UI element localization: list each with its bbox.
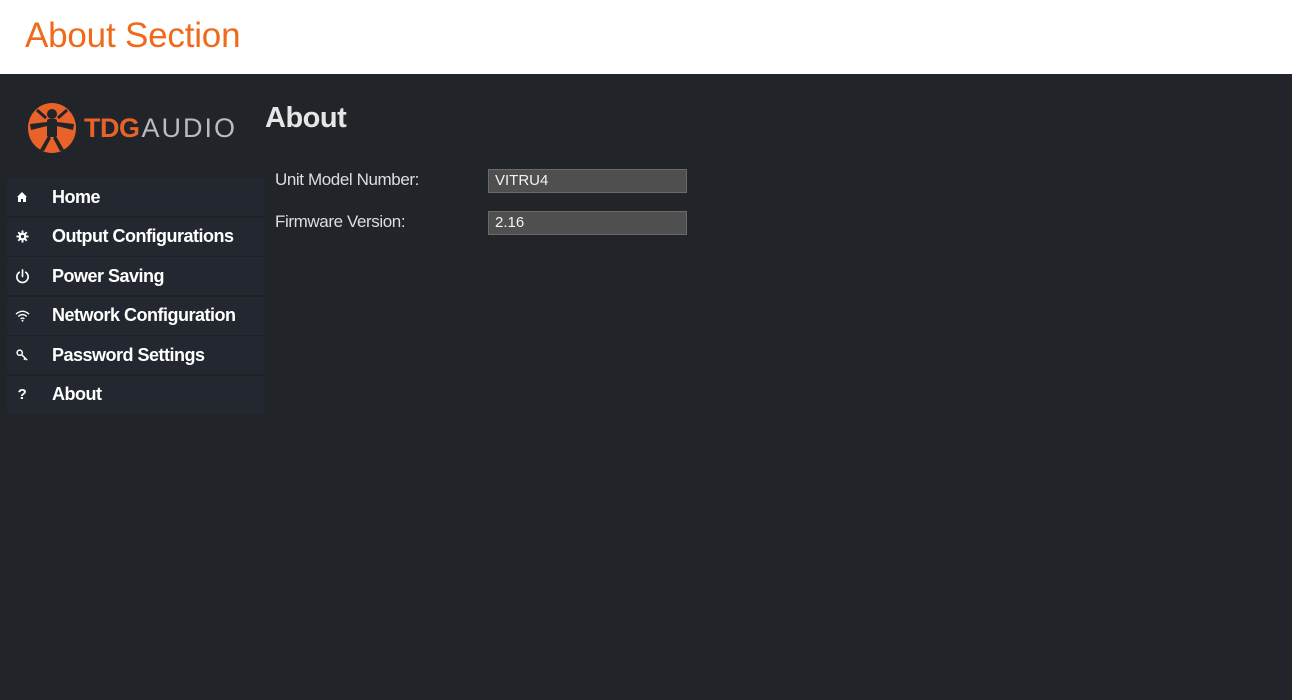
vitruvian-man-logo-icon bbox=[26, 100, 78, 156]
document-header: About Section bbox=[0, 0, 1292, 74]
firmware-version-label: Firmware Version: bbox=[275, 212, 406, 231]
sidebar-item-about[interactable]: ? About bbox=[7, 375, 264, 414]
wifi-icon bbox=[12, 310, 32, 322]
sidebar-item-power-saving[interactable]: Power Saving bbox=[7, 257, 264, 295]
sidebar-item-password-settings[interactable]: Password Settings bbox=[7, 336, 264, 374]
sidebar-item-home[interactable]: Home bbox=[7, 178, 264, 216]
key-icon bbox=[12, 348, 32, 362]
unit-model-number-label: Unit Model Number: bbox=[275, 170, 419, 189]
question-icon: ? bbox=[17, 386, 27, 403]
brand-wordmark: TDG AUDIO bbox=[84, 113, 237, 144]
firmware-version-value: 2.16 bbox=[488, 211, 687, 235]
brand-logo[interactable]: TDG AUDIO bbox=[26, 100, 237, 156]
gear-icon bbox=[12, 230, 32, 243]
sidebar-item-output-configurations[interactable]: Output Configurations bbox=[7, 217, 264, 256]
sidebar-nav: Home Output Configurations Power Saving … bbox=[7, 178, 264, 415]
sidebar-item-label: Password Settings bbox=[52, 344, 205, 365]
sidebar-item-label: Output Configurations bbox=[52, 226, 234, 246]
brand-wordmark-tdg: TDG bbox=[84, 112, 140, 143]
sidebar-item-label: Network Configuration bbox=[52, 305, 236, 325]
sidebar-item-label: Power Saving bbox=[52, 265, 165, 286]
unit-model-number-value: VITRU4 bbox=[488, 169, 687, 193]
power-icon bbox=[12, 268, 32, 284]
sidebar-item-network-configuration[interactable]: Network Configuration bbox=[7, 296, 264, 335]
brand-wordmark-audio: AUDIO bbox=[141, 112, 238, 143]
sidebar-item-label: About bbox=[52, 384, 102, 404]
page-title: About bbox=[265, 102, 347, 134]
home-icon bbox=[12, 191, 32, 203]
app-window: TDG AUDIO Home Output Configurations Pow… bbox=[0, 74, 1292, 700]
document-title: About Section bbox=[25, 16, 241, 55]
sidebar-item-label: Home bbox=[52, 186, 101, 207]
